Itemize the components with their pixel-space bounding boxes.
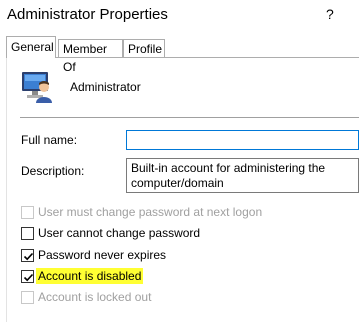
checkbox-label: User must change password at next logon	[38, 205, 263, 219]
tab-general[interactable]: General	[6, 36, 56, 58]
checkmark-icon	[23, 273, 34, 281]
tab-profile[interactable]: Profile	[123, 39, 165, 57]
checkbox-row-cannot-change: User cannot change password	[21, 225, 200, 241]
checkbox-cannot-change[interactable]	[21, 226, 34, 240]
checkbox-label-highlighted: Account is disabled	[36, 268, 144, 284]
separator	[20, 117, 359, 118]
checkbox-must-change[interactable]	[21, 205, 34, 219]
window-title: Administrator Properties	[7, 6, 168, 23]
help-button[interactable]: ?	[326, 6, 334, 22]
checkbox-account-disabled[interactable]	[21, 269, 34, 283]
checkbox-row-never-expires: Password never expires	[21, 247, 166, 263]
checkbox-label: Password never expires	[38, 248, 167, 262]
description-label: Description:	[21, 164, 85, 178]
tab-strip: General Member Of Profile	[6, 36, 359, 74]
panel-border	[6, 57, 7, 322]
description-field[interactable]: Built-in account for administering the c…	[126, 158, 359, 193]
checkmark-icon	[23, 252, 34, 260]
checkbox-row-account-disabled: Account is disabled	[21, 268, 144, 284]
checkbox-never-expires[interactable]	[21, 248, 34, 262]
checkbox-label: User cannot change password	[38, 226, 201, 240]
tab-divider	[6, 57, 359, 58]
checkbox-locked-out[interactable]	[21, 290, 34, 304]
user-name: Administrator	[70, 80, 141, 94]
checkbox-row-locked-out: Account is locked out	[21, 289, 151, 305]
tab-member-of[interactable]: Member Of	[58, 39, 123, 74]
full-name-label: Full name:	[21, 133, 78, 147]
full-name-field[interactable]	[126, 130, 359, 150]
checkbox-label: Account is locked out	[38, 290, 152, 304]
description-value: Built-in account for administering the c…	[131, 161, 326, 190]
checkbox-row-must-change: User must change password at next logon	[21, 204, 262, 220]
user-computer-icon	[20, 69, 54, 103]
